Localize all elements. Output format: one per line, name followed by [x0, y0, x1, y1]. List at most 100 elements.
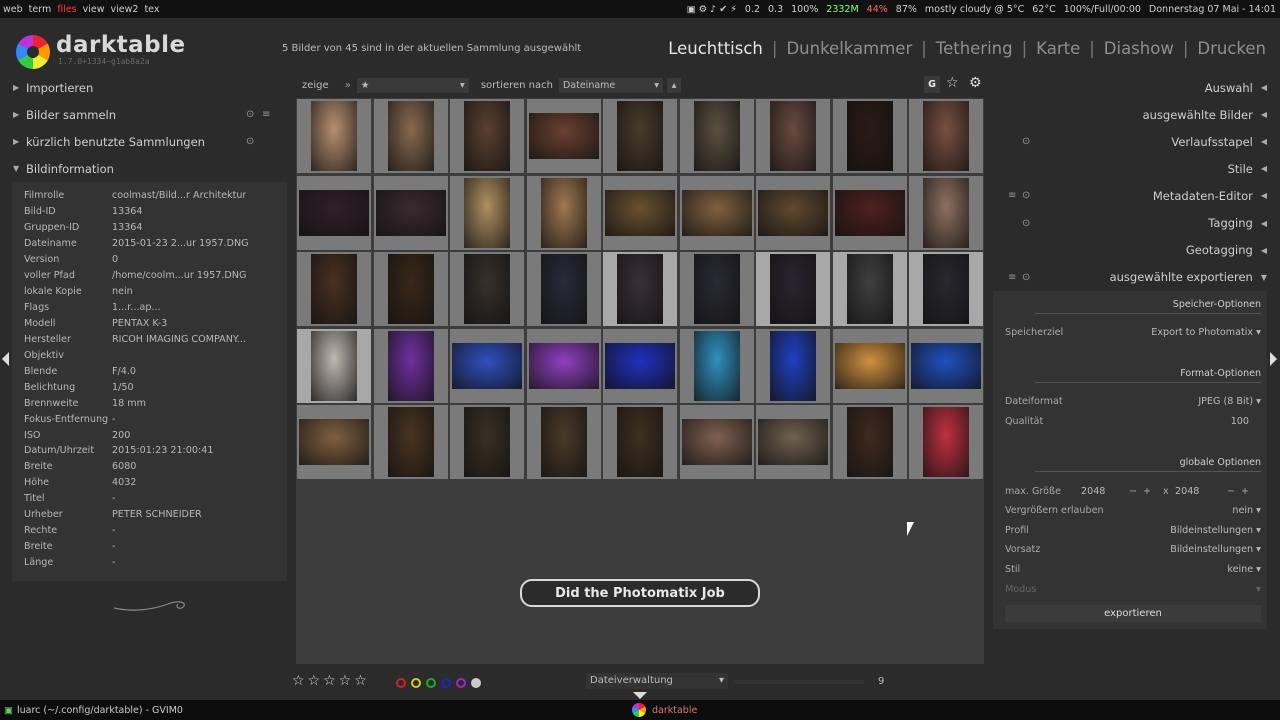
max-height-input[interactable]: 2048: [1175, 486, 1227, 497]
taskbar-gvim-window[interactable]: luarc (~/.config/darktable) - GVIM0: [17, 705, 183, 716]
thumbnail-cell[interactable]: [450, 99, 524, 173]
export-button[interactable]: exportieren: [1005, 604, 1261, 622]
thumbnail-cell[interactable]: [526, 252, 601, 326]
thumbnail-cell[interactable]: [526, 175, 601, 250]
workspace-tex[interactable]: tex: [141, 4, 162, 15]
thumbnail-cell[interactable]: [297, 252, 371, 326]
thumbnail-cell[interactable]: [450, 328, 524, 403]
module-collect[interactable]: ▶ Bilder sammeln ⊙ ≡: [0, 101, 294, 128]
thumbnail-cell[interactable]: [603, 99, 677, 173]
quality-slider[interactable]: Qualität 100: [1005, 414, 1261, 430]
presets-icon[interactable]: ≡: [1008, 272, 1016, 283]
left-panel-toggle-icon[interactable]: [2, 352, 9, 366]
increment-icon[interactable]: +: [1241, 486, 1249, 497]
zoom-value[interactable]: 9: [878, 676, 884, 687]
thumbnail-cell[interactable]: [679, 328, 754, 403]
upscale-row[interactable]: Vergrößern erlauben nein ▾: [1005, 503, 1261, 519]
right-module-6[interactable]: Geotagging ◀: [986, 237, 1280, 264]
thumbnail-cell[interactable]: [909, 175, 983, 250]
sort-dropdown[interactable]: Dateiname ▾: [558, 77, 663, 93]
thumbnail-cell[interactable]: [679, 175, 754, 250]
thumbnail-cell[interactable]: [526, 405, 601, 479]
view-print[interactable]: Drucken: [1197, 39, 1266, 58]
thumbnail-cell[interactable]: [756, 405, 830, 479]
presets-icon[interactable]: ≡: [1008, 190, 1016, 201]
taskbar-darktable-window[interactable]: darktable: [652, 705, 697, 716]
thumbnail-cell[interactable]: [373, 405, 448, 479]
decrement-icon[interactable]: −: [1129, 486, 1143, 497]
thumbnail-cell[interactable]: [832, 99, 907, 173]
thumbnail-cell[interactable]: [756, 252, 830, 326]
thumbnail-cell[interactable]: [526, 99, 601, 173]
presets-icon[interactable]: ≡: [262, 109, 270, 120]
intent-row[interactable]: Vorsatz Bildeinstellungen ▾: [1005, 542, 1261, 558]
reset-icon[interactable]: ⊙: [246, 109, 254, 120]
thumbnail-cell[interactable]: [832, 252, 907, 326]
workspace-view[interactable]: view: [80, 4, 108, 15]
reset-icon[interactable]: ⊙: [1022, 190, 1030, 201]
reset-icon[interactable]: ⊙: [1022, 136, 1030, 147]
reset-icon[interactable]: ⊙: [1022, 272, 1030, 283]
thumbnail-cell[interactable]: [450, 175, 524, 250]
layout-dropdown[interactable]: Dateiverwaltung ▾: [586, 673, 728, 689]
thumbnail-cell[interactable]: [909, 328, 983, 403]
thumbnail-cell[interactable]: [450, 405, 524, 479]
reset-icon[interactable]: ⊙: [246, 136, 254, 147]
grouping-button[interactable]: G: [924, 76, 940, 93]
workspace-web[interactable]: web: [0, 4, 26, 15]
thumbnail-cell[interactable]: [603, 405, 677, 479]
right-module-2[interactable]: ⊙ Verlaufsstapel ◀: [986, 128, 1280, 155]
thumbnail-cell[interactable]: [909, 252, 983, 326]
thumbnail-cell[interactable]: [756, 99, 830, 173]
view-tethering[interactable]: Tethering: [936, 39, 1013, 58]
color-label-icon[interactable]: [411, 678, 421, 688]
view-slideshow[interactable]: Diashow: [1104, 39, 1174, 58]
thumbnail-cell[interactable]: [297, 175, 371, 250]
thumbnail-cell[interactable]: [909, 99, 983, 173]
thumbnail-cell[interactable]: [297, 328, 371, 403]
thumbnail-cell[interactable]: [832, 405, 907, 479]
workspace-view2[interactable]: view2: [108, 4, 142, 15]
thumbnail-cell[interactable]: [832, 175, 907, 250]
right-module-1[interactable]: ausgewählte Bilder ◀: [986, 101, 1280, 128]
bottom-panel-toggle-icon[interactable]: [633, 692, 647, 699]
thumbnail-cell[interactable]: [526, 328, 601, 403]
gear-icon[interactable]: ⚙: [969, 75, 982, 91]
reset-icon[interactable]: ⊙: [1022, 218, 1030, 229]
target-storage-row[interactable]: Speicherziel Export to Photomatix ▾: [1005, 325, 1261, 341]
right-module-4[interactable]: ⊙ ≡ Metadaten-Editor ◀: [986, 182, 1280, 209]
thumbnail-cell[interactable]: [679, 99, 754, 173]
profile-row[interactable]: Profil Bildeinstellungen ▾: [1005, 523, 1261, 539]
mode-row[interactable]: Modus ▾: [1005, 582, 1261, 598]
thumbnail-cell[interactable]: [297, 405, 371, 479]
module-recent-collections[interactable]: ▶ kürzlich benutzte Sammlungen ⊙: [0, 128, 294, 155]
zoom-slider[interactable]: [734, 680, 864, 684]
increment-icon[interactable]: +: [1143, 486, 1163, 497]
decrement-icon[interactable]: −: [1227, 486, 1241, 497]
view-lighttable[interactable]: Leuchttisch: [668, 39, 763, 58]
thumbnail-cell[interactable]: [832, 328, 907, 403]
module-import[interactable]: ▶ Importieren: [0, 74, 294, 101]
thumbnail-cell[interactable]: [373, 99, 448, 173]
right-module-7[interactable]: ⊙ ≡ ausgewählte exportieren ▼: [986, 264, 1280, 291]
max-width-input[interactable]: 2048: [1081, 486, 1129, 497]
right-module-3[interactable]: Stile ◀: [986, 155, 1280, 182]
thumbnail-cell[interactable]: [603, 328, 677, 403]
thumbnail-cell[interactable]: [373, 252, 448, 326]
style-row[interactable]: Stil keine ▾: [1005, 562, 1261, 578]
workspace-term[interactable]: term: [26, 4, 55, 15]
file-format-row[interactable]: Dateiformat JPEG (8 Bit) ▾: [1005, 394, 1261, 410]
color-label-icon[interactable]: [396, 678, 406, 688]
rating-stars[interactable]: ☆☆☆☆☆: [292, 673, 370, 689]
right-module-0[interactable]: Auswahl ◀: [986, 74, 1280, 101]
thumbnail-cell[interactable]: [373, 175, 448, 250]
thumbnail-cell[interactable]: [909, 405, 983, 479]
thumbnail-cell[interactable]: [603, 252, 677, 326]
view-darkroom[interactable]: Dunkelkammer: [786, 39, 912, 58]
star-overlay-icon[interactable]: ☆: [946, 75, 959, 91]
thumbnail-cell[interactable]: [756, 175, 830, 250]
workspace-files[interactable]: files: [54, 4, 79, 15]
thumbnail-cell[interactable]: [603, 175, 677, 250]
right-module-5[interactable]: ⊙ Tagging ◀: [986, 209, 1280, 236]
color-label-icon[interactable]: [426, 678, 436, 688]
